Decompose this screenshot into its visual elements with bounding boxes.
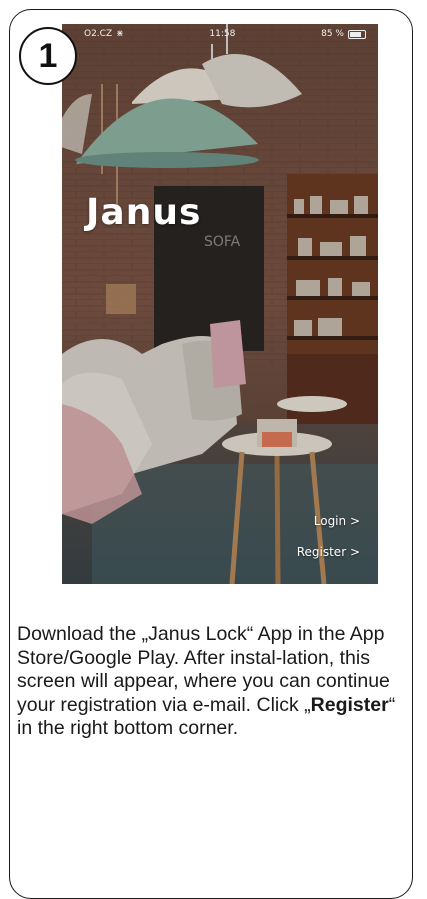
wifi-icon: ⋇ (116, 29, 124, 39)
carrier-group: O2.CZ ⋇ (84, 29, 124, 39)
login-link[interactable]: Login > (314, 514, 360, 528)
app-screenshot: SOFA O2.CZ ⋇ 11:58 85 % Janus Login > Re… (62, 24, 378, 584)
carrier-label: O2.CZ (84, 29, 113, 39)
battery-icon (347, 29, 366, 39)
instruction-text: Download the „Janus Lock“ App in the App… (17, 623, 410, 741)
background-photo: SOFA (62, 24, 378, 584)
register-link[interactable]: Register > (297, 545, 360, 559)
step-number-badge: 1 (19, 27, 77, 85)
step-number: 1 (38, 36, 58, 75)
battery-label: 85 % (321, 29, 344, 39)
instruction-text-bold: Register (310, 693, 389, 716)
status-bar: O2.CZ ⋇ 11:58 85 % (62, 24, 378, 44)
app-brand-title: Janus (86, 192, 202, 233)
battery-group: 85 % (321, 29, 366, 39)
clock: 11:58 (209, 29, 236, 39)
